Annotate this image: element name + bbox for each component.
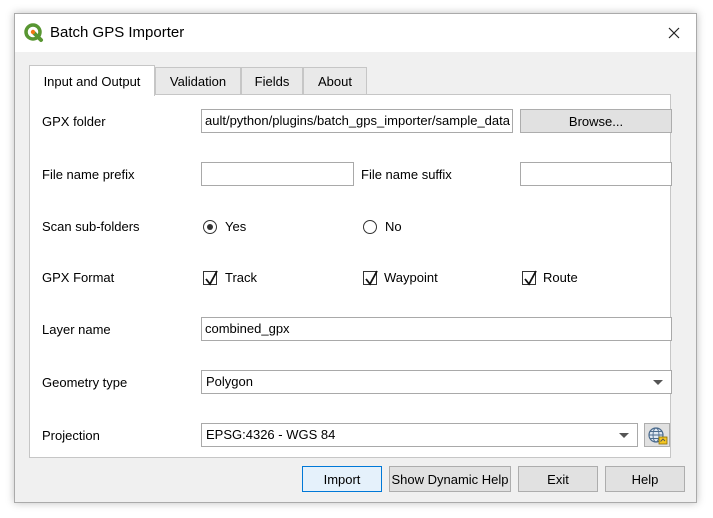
file-name-suffix-input[interactable] (520, 162, 672, 186)
waypoint-checkbox[interactable] (363, 270, 378, 286)
route-checkbox[interactable] (522, 270, 537, 286)
projection-label: Projection (42, 428, 100, 443)
check-icon (524, 270, 537, 286)
layer-name-label: Layer name (42, 322, 111, 337)
tab-validation[interactable]: Validation (155, 67, 241, 95)
scan-sub-folders-no-label[interactable]: No (385, 219, 402, 235)
gpx-format-label: GPX Format (42, 270, 115, 285)
gpx-folder-input[interactable]: ault/python/plugins/batch_gps_importer/s… (201, 109, 513, 133)
scan-sub-folders-yes-label[interactable]: Yes (225, 219, 246, 235)
geometry-type-value: Polygon (206, 374, 253, 389)
chevron-down-icon (619, 433, 629, 438)
gpx-folder-label: GPX folder (42, 114, 106, 129)
exit-button[interactable]: Exit (518, 466, 598, 492)
close-icon (668, 27, 680, 39)
geometry-type-combo[interactable]: Polygon (201, 370, 672, 394)
tab-input-and-output[interactable]: Input and Output (29, 65, 155, 96)
close-button[interactable] (652, 14, 696, 52)
globe-projection-icon (648, 427, 668, 445)
waypoint-label[interactable]: Waypoint (384, 270, 438, 286)
input-output-panel: GPX folder ault/python/plugins/batch_gps… (29, 94, 672, 458)
scan-sub-folders-label: Scan sub-folders (42, 219, 140, 234)
track-checkbox[interactable] (203, 270, 218, 286)
browse-button[interactable]: Browse... (520, 109, 672, 133)
projection-value: EPSG:4326 - WGS 84 (206, 427, 336, 442)
projection-selector-button[interactable] (644, 423, 670, 447)
file-name-suffix-label: File name suffix (361, 167, 452, 182)
check-icon (205, 270, 218, 286)
show-dynamic-help-button[interactable]: Show Dynamic Help (389, 466, 511, 492)
geometry-type-label: Geometry type (42, 375, 128, 390)
file-name-prefix-label: File name prefix (42, 167, 135, 182)
route-label[interactable]: Route (543, 270, 578, 286)
help-button[interactable]: Help (605, 466, 685, 492)
import-button[interactable]: Import (302, 466, 382, 492)
title-bar: Batch GPS Importer (15, 14, 696, 52)
projection-combo[interactable]: EPSG:4326 - WGS 84 (201, 423, 638, 447)
tab-about[interactable]: About (303, 67, 367, 95)
scan-sub-folders-yes-radio[interactable] (203, 220, 217, 234)
track-label[interactable]: Track (225, 270, 257, 286)
file-name-prefix-input[interactable] (201, 162, 354, 186)
tab-fields[interactable]: Fields (241, 67, 303, 95)
scan-sub-folders-no-radio[interactable] (363, 220, 377, 234)
check-icon (365, 270, 378, 286)
layer-name-input[interactable]: combined_gpx (201, 317, 672, 341)
qgis-logo-icon (24, 23, 44, 43)
window-title: Batch GPS Importer (50, 24, 185, 41)
chevron-down-icon (653, 380, 663, 385)
batch-gps-importer-dialog: Batch GPS Importer Input and Output Vali… (14, 13, 697, 503)
